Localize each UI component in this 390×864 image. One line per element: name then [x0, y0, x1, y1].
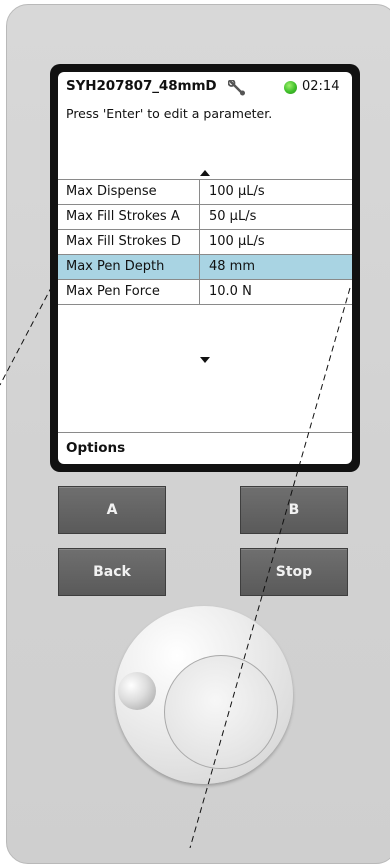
title-bar: SYH207807_48mmD 02:14	[58, 72, 352, 102]
parameter-name: Max Pen Force	[58, 280, 200, 304]
method-title: SYH207807_48mmD	[66, 78, 217, 94]
parameter-value: 50 µL/s	[209, 209, 257, 224]
parameter-value: 48 mm	[209, 259, 256, 274]
wrench-icon	[228, 80, 245, 96]
parameter-name: Max Fill Strokes D	[58, 230, 200, 254]
status-dot-icon	[284, 81, 297, 94]
parameter-row-max-dispense[interactable]: Max Dispense 100 µL/s	[58, 180, 352, 205]
parameter-value: 10.0 N	[209, 284, 252, 299]
parameter-name: Max Dispense	[58, 180, 200, 204]
options-bar[interactable]: Options	[58, 432, 352, 464]
parameter-value: 100 µL/s	[209, 234, 265, 249]
parameter-row-max-pen-depth[interactable]: Max Pen Depth 48 mm	[58, 255, 352, 280]
parameter-name: Max Fill Strokes A	[58, 205, 200, 229]
device-screen: SYH207807_48mmD 02:14 Press 'Enter' to e…	[58, 72, 352, 464]
options-label: Options	[66, 440, 126, 456]
a-button[interactable]: A	[58, 486, 166, 534]
instruction-text: Press 'Enter' to edit a parameter.	[66, 106, 273, 121]
parameter-value: 100 µL/s	[209, 184, 265, 199]
parameter-name: Max Pen Depth	[58, 255, 200, 279]
scroll-up-arrow-icon	[200, 170, 210, 176]
knob-grip-dimple	[118, 672, 156, 710]
scroll-down-arrow-icon	[200, 357, 210, 363]
enter-button[interactable]	[164, 655, 278, 769]
parameter-row-max-fill-strokes-d[interactable]: Max Fill Strokes D 100 µL/s	[58, 230, 352, 255]
parameter-row-max-pen-force[interactable]: Max Pen Force 10.0 N	[58, 280, 352, 305]
clock: 02:14	[302, 79, 340, 94]
parameter-row-max-fill-strokes-a[interactable]: Max Fill Strokes A 50 µL/s	[58, 205, 352, 230]
b-button[interactable]: B	[240, 486, 348, 534]
parameter-table: Max Dispense 100 µL/s Max Fill Strokes A…	[58, 179, 352, 305]
stop-button[interactable]: Stop	[240, 548, 348, 596]
back-button[interactable]: Back	[58, 548, 166, 596]
